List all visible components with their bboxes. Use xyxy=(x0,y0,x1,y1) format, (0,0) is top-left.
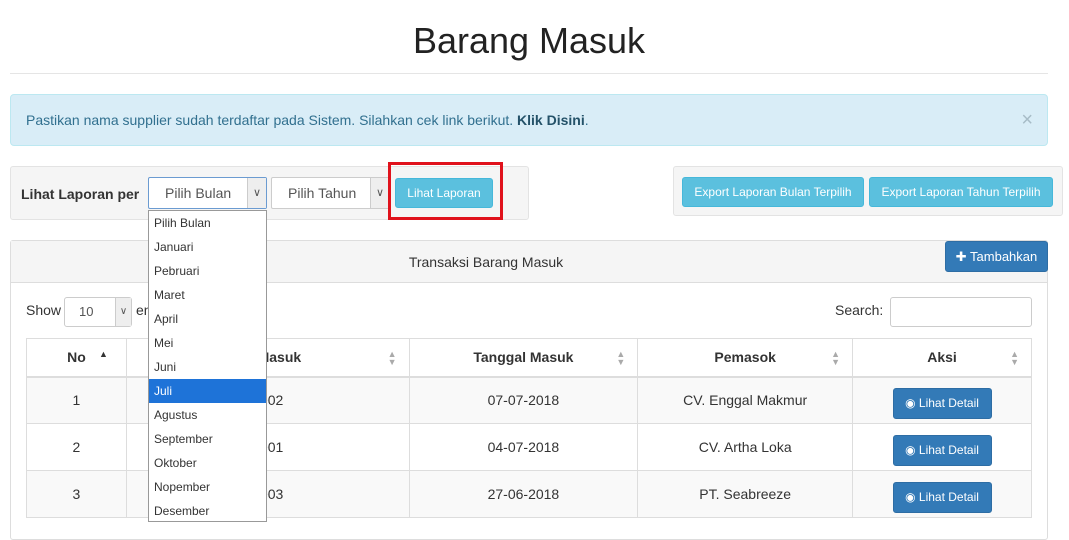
month-option-highlighted[interactable]: Juli xyxy=(149,379,266,403)
view-detail-button[interactable]: ◉ Lihat Detail xyxy=(892,387,992,419)
column-header-tanggal[interactable]: Tanggal Masuk ▲ ▼ xyxy=(408,338,639,378)
info-alert: Pastikan nama supplier sudah terdaftar p… xyxy=(10,94,1048,146)
cell-aksi: ◉ Lihat Detail xyxy=(852,470,1032,518)
chevron-down-icon: ∨ xyxy=(370,178,389,208)
month-option[interactable]: September xyxy=(149,427,266,451)
plus-icon: ✚ xyxy=(955,249,967,264)
add-button-label: Tambahkan xyxy=(970,249,1038,264)
month-select[interactable]: Pilih Bulan ∨ xyxy=(148,177,267,209)
cell-no: 1 xyxy=(26,376,127,424)
close-icon[interactable]: × xyxy=(1021,95,1033,145)
entries-value: 10 xyxy=(79,304,94,319)
cell-tanggal: 27-06-2018 xyxy=(408,470,639,518)
export-year-button[interactable]: Export Laporan Tahun Terpilih xyxy=(869,177,1053,207)
month-option[interactable]: Maret xyxy=(149,283,266,307)
month-option[interactable]: Mei xyxy=(149,331,266,355)
year-select-value: Pilih Tahun xyxy=(288,185,357,201)
month-option[interactable]: Oktober xyxy=(149,451,266,475)
title-divider xyxy=(10,73,1048,74)
cell-no: 3 xyxy=(26,470,127,518)
month-option[interactable]: Juni xyxy=(149,355,266,379)
column-header-aksi[interactable]: Aksi ▲ ▼ xyxy=(852,338,1032,378)
year-select[interactable]: Pilih Tahun ∨ xyxy=(271,177,390,209)
alert-text: Pastikan nama supplier sudah terdaftar p… xyxy=(26,112,514,128)
sort-icon: ▲ ▼ xyxy=(616,349,626,367)
search-label: Search: xyxy=(835,302,884,318)
month-select-value: Pilih Bulan xyxy=(165,185,232,201)
month-option[interactable]: Pebruari xyxy=(149,259,266,283)
view-detail-button[interactable]: ◉ Lihat Detail xyxy=(892,481,992,513)
highlight-annotation-box xyxy=(388,162,503,220)
filter-label: Lihat Laporan per xyxy=(21,186,140,202)
column-header-no[interactable]: No ▲ xyxy=(26,338,127,378)
chevron-down-icon: ∨ xyxy=(115,298,131,326)
cell-pemasok: PT. Seabreeze xyxy=(637,470,854,518)
add-button[interactable]: ✚ Tambahkan xyxy=(945,241,1048,272)
export-month-button[interactable]: Export Laporan Bulan Terpilih xyxy=(682,177,864,207)
sort-icon: ▲ ▼ xyxy=(831,349,841,367)
chevron-down-icon: ∨ xyxy=(247,178,266,208)
cell-pemasok: CV. Artha Loka xyxy=(637,423,854,471)
cell-no: 2 xyxy=(26,423,127,471)
alert-link[interactable]: Klik Disini xyxy=(517,112,585,128)
month-option[interactable]: Pilih Bulan xyxy=(149,211,266,235)
column-header-pemasok[interactable]: Pemasok ▲ ▼ xyxy=(637,338,854,378)
cell-tanggal: 07-07-2018 xyxy=(408,376,639,424)
month-option[interactable]: Nopember xyxy=(149,475,266,499)
entries-select[interactable]: 10 ∨ xyxy=(64,297,132,327)
sort-icon: ▲ ▼ xyxy=(387,349,397,367)
sort-icon: ▲ ▼ xyxy=(1010,349,1019,367)
month-dropdown-list: Pilih Bulan Januari Pebruari Maret April… xyxy=(148,210,267,522)
month-option[interactable]: Desember xyxy=(149,499,266,523)
eye-icon: ◉ xyxy=(905,489,919,504)
show-label: Show xyxy=(26,302,62,318)
cell-aksi: ◉ Lihat Detail xyxy=(852,376,1032,424)
month-option[interactable]: Agustus xyxy=(149,403,266,427)
search-input[interactable] xyxy=(890,297,1032,327)
month-option[interactable]: April xyxy=(149,307,266,331)
cell-tanggal: 04-07-2018 xyxy=(408,423,639,471)
cell-pemasok: CV. Enggal Makmur xyxy=(637,376,854,424)
eye-icon: ◉ xyxy=(905,442,919,457)
alert-period: . xyxy=(584,112,589,128)
view-detail-button[interactable]: ◉ Lihat Detail xyxy=(892,434,992,466)
sort-asc-icon: ▲ xyxy=(98,349,108,359)
eye-icon: ◉ xyxy=(905,395,919,410)
page-title: Barang Masuk xyxy=(412,20,646,61)
month-option[interactable]: Januari xyxy=(149,235,266,259)
cell-aksi: ◉ Lihat Detail xyxy=(852,423,1032,471)
